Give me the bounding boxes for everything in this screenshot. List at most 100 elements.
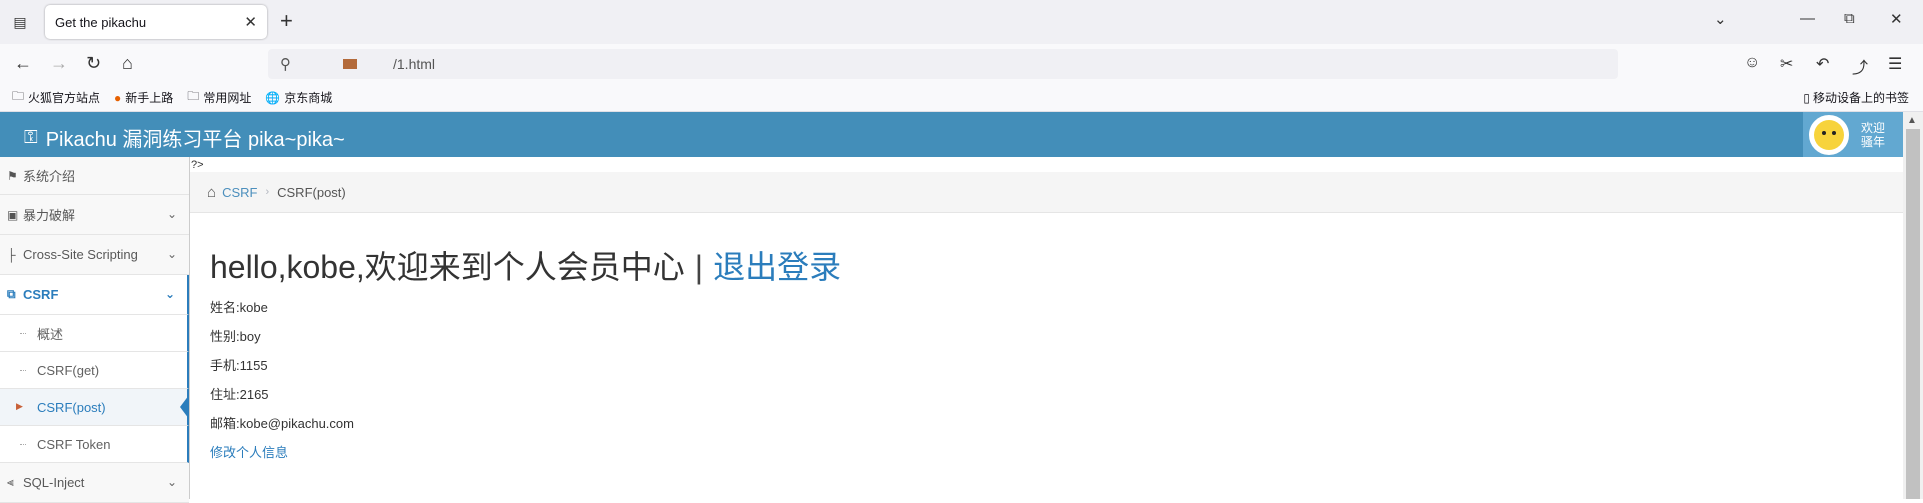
chevron-down-icon: ⌄ (166, 207, 177, 221)
close-window-icon[interactable]: ✕ (1890, 10, 1903, 28)
welcome-text: 欢迎 骚年 (1861, 121, 1885, 149)
welcome-line: 骚年 (1861, 134, 1886, 149)
scroll-up-icon[interactable]: ▲ (1907, 115, 1917, 126)
avatar (1809, 114, 1849, 155)
chevron-down-icon: ⌄ (166, 247, 177, 261)
scrollbar-thumb[interactable] (1906, 129, 1920, 499)
title-separator: | (694, 249, 704, 285)
sidebar-item-xss[interactable]: ├ Cross-Site Scripting ⌄ (0, 235, 189, 275)
plug-icon: ⫷ (7, 475, 14, 489)
breadcrumb-link-csrf[interactable]: CSRF (222, 185, 257, 200)
redacted-host (343, 59, 357, 69)
screenshot-icon[interactable]: ✂ (1780, 54, 1793, 74)
mobile-icon: ▯ (1803, 90, 1810, 105)
info-gender: 性别:boy (210, 329, 261, 344)
submenu-item-overview[interactable]: 概述 (0, 315, 189, 352)
member-center: hello,kobe,欢迎来到个人会员中心 | 退出登录 姓名:kobe 性别:… (210, 242, 841, 461)
user-menu[interactable]: 欢迎 骚年 (1803, 112, 1903, 157)
sidebar-item-bruteforce[interactable]: ▣ 暴力破解 ⌄ (0, 195, 189, 235)
main-content: ?> ⌂ CSRF › CSRF(post) hello,kobe,欢迎来到个人… (190, 157, 1903, 499)
sidebar-item-intro[interactable]: ⚑ 系统介绍 (0, 157, 189, 195)
breadcrumb: ⌂ CSRF › CSRF(post) (190, 172, 1903, 213)
undo-icon[interactable]: ↶ (1816, 54, 1829, 74)
firefox-icon: ● (114, 90, 122, 105)
submenu-label: CSRF(get) (37, 362, 100, 378)
submenu-item-csrf-post[interactable]: ▶ CSRF(post) (0, 389, 189, 426)
menu-icon[interactable]: ☰ (1888, 54, 1902, 74)
forward-icon[interactable]: → (50, 53, 68, 73)
back-icon[interactable]: ← (14, 53, 32, 73)
page-title: hello,kobe,欢迎来到个人会员中心 | 退出登录 (210, 242, 841, 288)
bookmark-item[interactable]: 🗀 火狐官方站点 (12, 87, 100, 108)
chevron-down-icon: ⌄ (166, 475, 177, 489)
welcome-line: 欢迎 (1861, 120, 1886, 135)
bookmark-label: 新手上路 (125, 91, 174, 105)
globe-icon: 🌐 (265, 90, 281, 105)
sidebar-item-label: 系统介绍 (23, 169, 76, 184)
account-icon[interactable]: ☺ (1744, 54, 1760, 72)
browser-nav-bar: ← → ↻ ⌂ ⚲ /1.html ☺ ✂ ↶ ⤴ ☰ (0, 44, 1923, 84)
key-icon: ⚿ (24, 127, 38, 147)
site-brand[interactable]: ⚿ Pikachu 漏洞练习平台 pika~pika~ (24, 123, 345, 152)
search-icon: ⚲ (280, 56, 291, 73)
edit-profile-link[interactable]: 修改个人信息 (210, 445, 841, 461)
tree-dash (20, 370, 26, 371)
sidebar-item-label: SQL-Inject (23, 475, 85, 490)
share-icon: ⧉ (7, 287, 16, 301)
restore-icon[interactable]: ⧉ (1844, 10, 1855, 27)
breadcrumb-separator-icon: › (265, 186, 270, 198)
tab-title: Get the pikachu (55, 14, 147, 30)
browser-tab[interactable]: Get the pikachu ✕ (45, 5, 267, 39)
info-email: 邮箱:kobe@pikachu.com (210, 416, 354, 431)
info-address: 住址:2165 (210, 387, 269, 402)
bookmark-label: 火狐官方站点 (28, 91, 101, 105)
tab-overflow-chevron-icon[interactable]: ⌄ (1714, 10, 1727, 28)
bookmark-item[interactable]: 🌐 京东商城 (265, 89, 332, 106)
chevron-down-icon: ⌄ (164, 287, 175, 301)
home-icon[interactable]: ⌂ (122, 53, 133, 73)
brand-text: Pikachu 漏洞练习平台 pika~pika~ (45, 129, 345, 151)
bookmark-item[interactable]: ● 新手上路 (114, 89, 173, 106)
address-bar[interactable]: ⚲ /1.html (268, 49, 1618, 79)
extensions-icon[interactable]: ⤴ (1852, 54, 1868, 78)
mobile-bookmarks[interactable]: ▯ 移动设备上的书签 (1803, 89, 1909, 106)
submenu-item-csrf-token[interactable]: CSRF Token (0, 426, 189, 463)
sidebar-item-label: CSRF (23, 287, 59, 302)
tab-list-icon[interactable]: ▤ (10, 12, 30, 32)
folder-icon: 🗀 (187, 89, 200, 103)
logout-link[interactable]: 退出登录 (713, 242, 841, 288)
submenu-label: CSRF Token (37, 436, 111, 452)
sidebar-item-csrf[interactable]: ⧉ CSRF ⌄ (0, 275, 189, 315)
reload-icon[interactable]: ↻ (86, 53, 101, 73)
page-scrollbar[interactable]: ▲ (1903, 112, 1923, 499)
bookmark-item[interactable]: 🗀 常用网址 (187, 87, 251, 108)
info-name: 姓名:kobe (210, 300, 268, 315)
folder-icon: 🗀 (12, 89, 25, 103)
tag-icon: ⚑ (7, 168, 18, 183)
info-phone: 手机:1155 (210, 358, 268, 373)
bookmarks-bar: 🗀 火狐官方站点 ● 新手上路 🗀 常用网址 🌐 京东商城 ▯ 移动设备上的书签 (0, 84, 1923, 112)
close-tab-icon[interactable]: ✕ (244, 13, 257, 31)
new-tab-icon[interactable]: + (280, 10, 293, 32)
active-pointer (180, 395, 189, 419)
sidebar-item-sqli[interactable]: ⫷ SQL-Inject ⌄ (0, 463, 189, 503)
bookmark-label: 京东商城 (284, 91, 333, 105)
submenu-label: CSRF(post) (37, 399, 106, 415)
tree-dash (20, 444, 26, 445)
sidebar-item-label: 暴力破解 (23, 208, 76, 223)
submenu-item-csrf-get[interactable]: CSRF(get) (0, 352, 189, 389)
sidebar: ⚑ 系统介绍 ▣ 暴力破解 ⌄ ├ Cross-Site Scripting ⌄… (0, 157, 190, 503)
sitemap-icon: ├ (7, 247, 16, 262)
stray-text: ?> (191, 159, 204, 171)
site-header: ⚿ Pikachu 漏洞练习平台 pika~pika~ 欢迎 骚年 (0, 112, 1903, 157)
greeting-text: hello,kobe,欢迎来到个人会员中心 (210, 249, 685, 285)
tree-dash (20, 333, 26, 334)
page: ⚿ Pikachu 漏洞练习平台 pika~pika~ 欢迎 骚年 ⚑ 系统介绍… (0, 112, 1903, 503)
minimize-icon[interactable]: — (1800, 10, 1815, 27)
bookmark-label: 常用网址 (203, 91, 252, 105)
sidebar-item-label: Cross-Site Scripting (23, 247, 138, 262)
home-icon[interactable]: ⌂ (207, 184, 216, 201)
pikachu-avatar-icon (1814, 119, 1844, 150)
lock-icon: ▣ (7, 207, 19, 222)
submenu-label: 概述 (37, 326, 64, 342)
